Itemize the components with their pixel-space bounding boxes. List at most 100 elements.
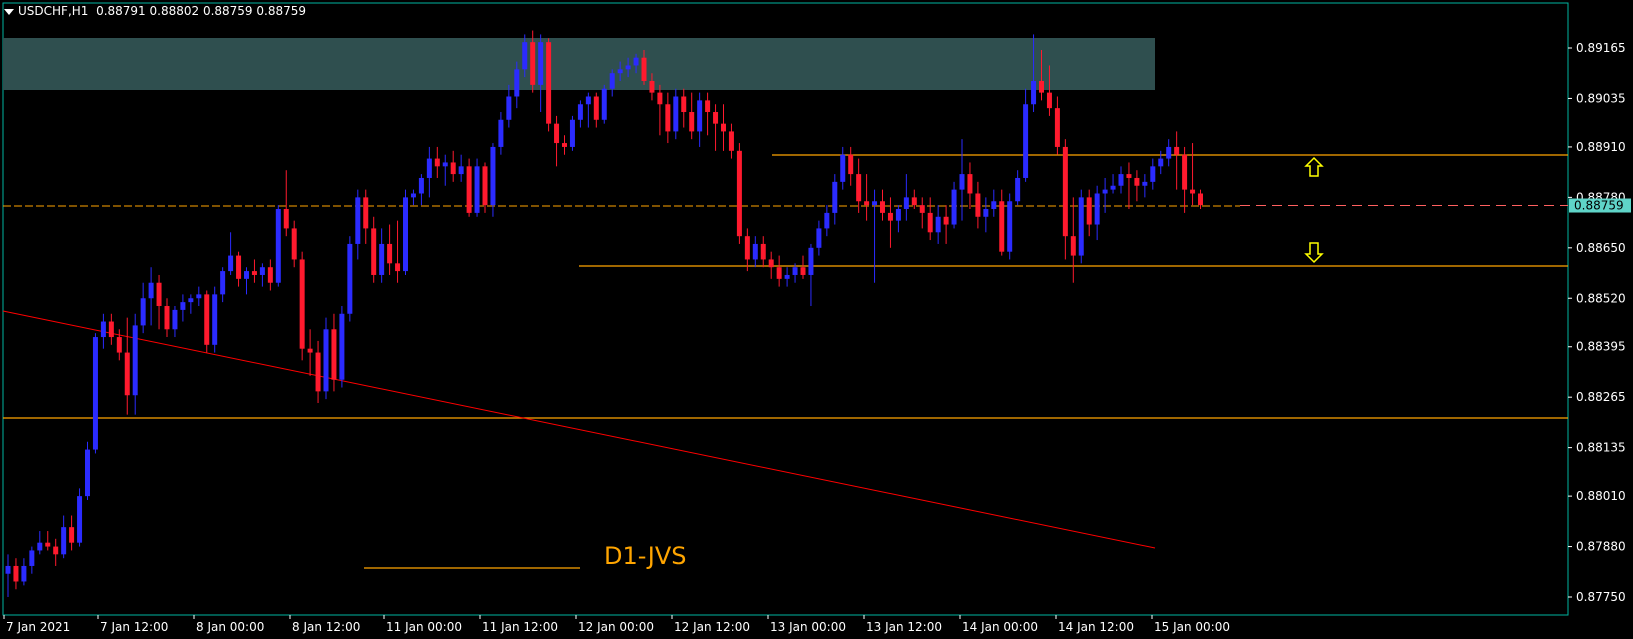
candle xyxy=(450,150,456,182)
candle-body xyxy=(490,146,496,206)
candle-body xyxy=(585,96,591,105)
candle-body xyxy=(1015,177,1021,202)
candle xyxy=(188,294,194,314)
y-tick-label: 0.87880 xyxy=(1576,540,1626,554)
candle xyxy=(275,205,281,287)
candle-body xyxy=(13,565,19,582)
candle-body xyxy=(832,181,838,213)
candle-body xyxy=(617,69,623,74)
candle-body xyxy=(649,80,655,93)
candle xyxy=(569,115,575,151)
y-tick-label: 0.88520 xyxy=(1576,291,1626,305)
candle-body xyxy=(792,267,798,275)
candle xyxy=(665,92,671,144)
candle xyxy=(967,162,973,210)
candle-body xyxy=(999,201,1005,252)
candle-body xyxy=(752,243,758,260)
candle-body xyxy=(172,309,178,330)
candle-body xyxy=(85,449,90,497)
candle-body xyxy=(482,166,488,206)
candle-body xyxy=(1110,185,1116,190)
candle xyxy=(418,174,424,206)
candle xyxy=(434,146,440,178)
candle-body xyxy=(267,267,273,283)
candle xyxy=(681,88,687,128)
candle xyxy=(760,236,766,268)
candle-body xyxy=(1150,166,1156,182)
candle-body xyxy=(546,42,552,124)
candle-body xyxy=(1039,80,1044,93)
candle-body xyxy=(1182,154,1188,190)
candle-body xyxy=(1086,197,1092,225)
candle-body xyxy=(784,274,790,279)
candle xyxy=(45,531,51,551)
candle xyxy=(236,251,242,287)
candle xyxy=(387,224,393,275)
candle-body xyxy=(315,352,321,392)
candle-body xyxy=(895,209,901,221)
candle-body xyxy=(768,259,774,268)
x-tick-label: 8 Jan 12:00 xyxy=(292,620,360,634)
candle xyxy=(768,251,774,279)
candle-body xyxy=(410,193,416,198)
candle-body xyxy=(991,201,997,210)
candle xyxy=(1150,158,1156,190)
candle xyxy=(657,84,663,136)
candle-body xyxy=(633,57,639,66)
candle-body xyxy=(887,212,893,221)
axes-layer: 0.891650.890350.889100.887800.886500.885… xyxy=(3,41,1631,634)
candle-body xyxy=(530,42,536,85)
y-tick-label: 0.88265 xyxy=(1576,390,1626,404)
candle xyxy=(371,216,377,283)
candle-body xyxy=(880,201,885,213)
candle-body xyxy=(824,212,830,229)
candle xyxy=(721,104,726,151)
candle xyxy=(848,146,854,186)
plot-frame xyxy=(2,2,1569,616)
candle-body xyxy=(514,69,520,97)
candle xyxy=(291,220,297,268)
candle-body xyxy=(434,158,440,167)
candle xyxy=(800,255,806,279)
candle-body xyxy=(339,313,345,380)
candle-body xyxy=(1070,236,1076,256)
candle xyxy=(1023,88,1029,182)
x-tick-label: 14 Jan 00:00 xyxy=(962,620,1038,634)
candle xyxy=(37,531,43,555)
candle-body xyxy=(776,267,782,279)
candle-body xyxy=(1142,181,1148,186)
y-tick-label: 0.89165 xyxy=(1576,41,1626,55)
candle xyxy=(1110,174,1116,194)
candle-body xyxy=(601,88,607,120)
candle xyxy=(975,181,981,229)
arrows-layer xyxy=(1304,156,1324,264)
candle xyxy=(442,154,448,186)
candle xyxy=(124,317,130,415)
candle xyxy=(220,267,226,303)
candle xyxy=(108,313,114,345)
candle xyxy=(840,146,846,190)
candle-body xyxy=(426,158,432,178)
candle xyxy=(85,441,90,501)
y-tick-label: 0.89035 xyxy=(1576,91,1626,105)
y-tick-label: 0.87750 xyxy=(1576,590,1626,604)
candle xyxy=(983,197,989,233)
current-price-label: 0.88759 xyxy=(1574,199,1624,213)
candle xyxy=(259,263,265,287)
candle xyxy=(251,259,257,283)
candle-body xyxy=(100,321,106,338)
price-chart[interactable]: 0.891650.890350.889100.887800.886500.885… xyxy=(0,0,1633,639)
down-arrow-icon xyxy=(1304,242,1324,264)
y-tick-label: 0.88010 xyxy=(1576,489,1626,503)
x-tick-label: 11 Jan 12:00 xyxy=(482,620,558,634)
candle xyxy=(244,267,249,295)
candle-body xyxy=(29,550,35,566)
candle-body xyxy=(657,92,663,105)
candle xyxy=(784,267,790,287)
candle-body xyxy=(728,131,734,151)
candle xyxy=(61,515,67,559)
candle-body xyxy=(1126,174,1132,178)
candle-body xyxy=(498,119,504,147)
candle-body xyxy=(395,263,401,272)
candle xyxy=(1054,96,1060,155)
